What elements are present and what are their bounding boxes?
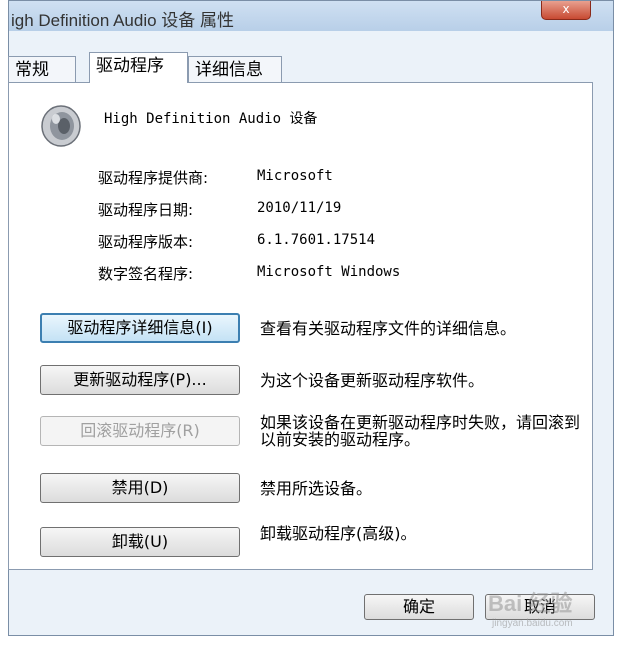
version-value: 6.1.7601.17514 bbox=[257, 232, 376, 248]
rollback-driver-button[interactable]: 回滚驱动程序(R) bbox=[40, 416, 240, 446]
uninstall-description: 卸载驱动程序(高级)。 bbox=[260, 524, 417, 543]
tab-general[interactable]: 常规 bbox=[8, 56, 76, 82]
tab-details[interactable]: 详细信息 bbox=[188, 56, 282, 82]
disable-description: 禁用所选设备。 bbox=[260, 479, 373, 498]
uninstall-button[interactable]: 卸载(U) bbox=[40, 527, 240, 557]
watermark-url: jingyan.baidu.com bbox=[492, 618, 573, 629]
date-label: 驱动程序日期: bbox=[98, 201, 194, 219]
version-label: 驱动程序版本: bbox=[98, 233, 194, 251]
watermark-logo: Bai 经验 bbox=[488, 591, 573, 616]
title-bar[interactable]: igh Definition Audio 设备 属性 x bbox=[9, 1, 613, 31]
speaker-icon bbox=[41, 105, 81, 147]
date-value: 2010/11/19 bbox=[257, 200, 342, 216]
update-driver-button[interactable]: 更新驱动程序(P)... bbox=[40, 365, 240, 395]
disable-button[interactable]: 禁用(D) bbox=[40, 473, 240, 503]
tab-driver[interactable]: 驱动程序 bbox=[89, 52, 188, 83]
provider-value: Microsoft bbox=[257, 168, 333, 184]
driver-details-button[interactable]: 驱动程序详细信息(I) bbox=[40, 313, 240, 343]
signer-value: Microsoft Windows bbox=[257, 264, 401, 280]
update-driver-description: 为这个设备更新驱动程序软件。 bbox=[260, 371, 485, 390]
ok-button[interactable]: 确定 bbox=[364, 594, 474, 620]
rollback-driver-description: 如果该设备在更新驱动程序时失败，请回滚到以前安装的驱动程序。 bbox=[260, 413, 581, 449]
signer-label: 数字签名程序: bbox=[98, 265, 194, 283]
provider-label: 驱动程序提供商: bbox=[98, 169, 209, 187]
device-name: High Definition Audio 设备 bbox=[104, 111, 318, 127]
close-button[interactable]: x bbox=[541, 1, 591, 20]
window-title: igh Definition Audio 设备 属性 bbox=[11, 11, 234, 30]
driver-details-description: 查看有关驱动程序文件的详细信息。 bbox=[260, 319, 517, 338]
